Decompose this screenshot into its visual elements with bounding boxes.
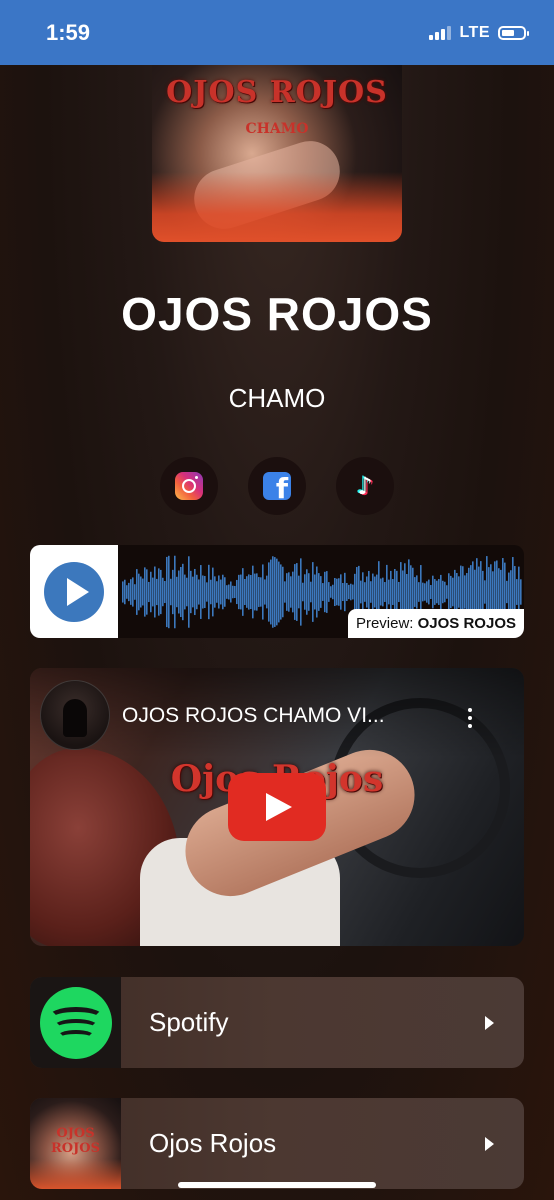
status-bar: 1:59 LTE [0, 0, 554, 65]
page-title: OJOS ROJOS [121, 288, 433, 340]
signal-icon [429, 25, 452, 40]
link-ojos-rojos[interactable]: OJOS ROJOS Ojos Rojos [30, 1098, 524, 1189]
link-label: Ojos Rojos [149, 1128, 277, 1158]
channel-avatar[interactable] [40, 680, 110, 750]
play-icon [44, 561, 104, 622]
audio-preview-player: Preview: OJOS ROJOS [30, 545, 524, 638]
network-label: LTE [459, 23, 490, 41]
facebook-button[interactable]: f [248, 457, 306, 515]
album-art-title: OJOS ROJOS [166, 75, 388, 110]
album-art: OJOS ROJOS CHAMO [152, 65, 402, 242]
instagram-icon [175, 472, 203, 500]
tiktok-icon: ♪ [357, 472, 373, 500]
facebook-icon: f [263, 472, 291, 500]
spotify-icon [39, 986, 112, 1059]
spotify-thumb [30, 977, 121, 1068]
album-art-artist: CHAMO [245, 121, 309, 137]
home-indicator [178, 1182, 376, 1188]
link-label: Spotify [149, 1007, 229, 1037]
instagram-button[interactable] [160, 457, 218, 515]
artist-name: CHAMO [228, 383, 326, 413]
status-indicators: LTE [429, 23, 529, 42]
social-links: f ♪ [0, 457, 554, 515]
chevron-right-icon [485, 1136, 494, 1151]
status-time: 1:59 [46, 19, 91, 45]
battery-icon [498, 25, 529, 40]
preview-label: Preview: OJOS ROJOS [347, 609, 524, 638]
audio-play-button[interactable] [30, 545, 118, 638]
video-title[interactable]: OJOS ROJOS CHAMO VI... [122, 704, 442, 728]
album-thumbnail: OJOS ROJOS [30, 1098, 121, 1189]
youtube-play-button[interactable] [228, 773, 326, 841]
link-spotify[interactable]: Spotify [30, 977, 524, 1068]
tiktok-button[interactable]: ♪ [336, 457, 394, 515]
preview-prefix: Preview: [355, 615, 418, 632]
more-options-icon[interactable] [468, 708, 472, 728]
chevron-right-icon [485, 1015, 494, 1030]
preview-track: OJOS ROJOS [417, 615, 516, 632]
video-embed[interactable]: OJOS ROJOS CHAMO VI... Ojos Rojos [30, 668, 524, 946]
